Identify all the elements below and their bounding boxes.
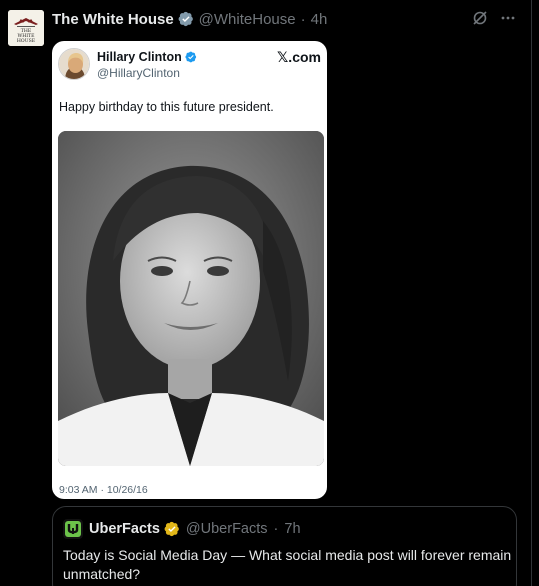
quoted-author-avatar	[63, 519, 83, 539]
grok-icon[interactable]	[471, 9, 489, 27]
embedded-tweet-image[interactable]: Hillary Clinton @HillaryClinton 𝕏.com Ha…	[52, 41, 327, 499]
x-logo: 𝕏.com	[277, 49, 321, 65]
author-avatar[interactable]: THE WHITE HOUSE	[8, 10, 44, 46]
quoted-post-text: Today is Social Media Day — What social …	[63, 547, 512, 582]
embedded-tweet-text: Happy birthday to this future president.	[59, 100, 274, 114]
quoted-separator-dot: ·	[273, 521, 279, 537]
embedded-author-name: Hillary Clinton	[97, 50, 197, 64]
white-house-seal-icon: THE WHITE HOUSE	[8, 10, 44, 46]
post-actions	[471, 9, 517, 27]
embedded-author-handle: @HillaryClinton	[97, 66, 180, 80]
post-header: The White House @WhiteHouse · 4h	[52, 9, 327, 29]
post-time[interactable]: 4h	[311, 11, 328, 28]
embedded-author-avatar	[58, 48, 90, 80]
verified-gray-badge-icon[interactable]	[178, 11, 194, 27]
quoted-header: UberFacts @UberFacts · 7h	[89, 519, 301, 539]
verified-blue-badge-icon	[185, 51, 196, 63]
author-name[interactable]: The White House	[52, 11, 174, 28]
column-divider	[531, 0, 532, 586]
author-handle[interactable]: @WhiteHouse	[199, 11, 296, 28]
svg-text:HOUSE: HOUSE	[17, 38, 35, 44]
more-icon[interactable]	[499, 9, 517, 27]
quoted-post-time[interactable]: 7h	[284, 521, 300, 537]
portrait-photo	[58, 131, 324, 466]
separator-dot: ·	[300, 10, 306, 28]
embedded-timestamp: 9:03 AM · 10/26/16	[59, 484, 148, 496]
quoted-post[interactable]: UberFacts @UberFacts · 7h Today is Socia…	[52, 506, 517, 586]
quoted-author-handle[interactable]: @UberFacts	[186, 521, 268, 537]
quoted-author-name[interactable]: UberFacts	[89, 521, 160, 537]
timeline-post[interactable]: THE WHITE HOUSE The White House @WhiteHo…	[0, 0, 531, 586]
verified-gold-badge-icon	[164, 521, 179, 537]
